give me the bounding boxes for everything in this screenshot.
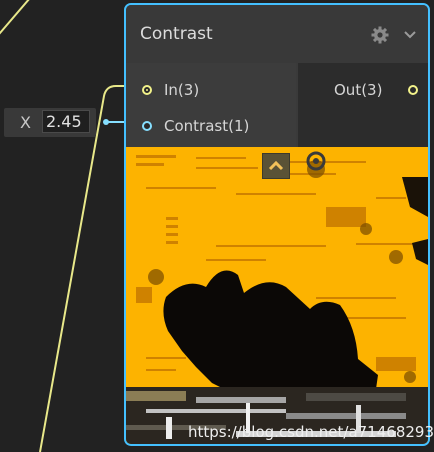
out-port-dot[interactable] <box>408 85 418 95</box>
x-field-port[interactable] <box>103 119 109 125</box>
node-title: Contrast <box>140 24 213 44</box>
input-port-contrast[interactable]: Contrast(1) <box>140 114 290 138</box>
output-ports: Out(3) <box>298 63 428 147</box>
contrast-node[interactable]: Contrast In(3) Contrast(1) Out(3) <box>124 3 430 446</box>
out-port-label: Out(3) <box>334 81 383 99</box>
gear-icon[interactable] <box>370 25 390 45</box>
node-ports: In(3) Contrast(1) Out(3) <box>126 63 428 147</box>
input-ports: In(3) Contrast(1) <box>126 63 296 147</box>
in-port-label: In(3) <box>164 81 200 99</box>
node-header[interactable]: Contrast <box>126 5 428 63</box>
chevron-down-icon[interactable] <box>402 27 418 43</box>
node-preview <box>126 147 428 444</box>
edge-in-top[interactable] <box>0 0 30 40</box>
preview-image <box>126 151 428 444</box>
contrast-port-label: Contrast(1) <box>164 117 250 135</box>
x-axis-label[interactable]: X <box>20 113 31 132</box>
in-port-dot[interactable] <box>142 85 152 95</box>
chevron-up-icon <box>268 160 284 171</box>
contrast-port-dot[interactable] <box>142 121 152 131</box>
output-port-out[interactable]: Out(3) <box>334 78 428 102</box>
x-value-input[interactable]: 2.45 <box>42 110 90 133</box>
x-input-field: X 2.45 <box>4 108 96 137</box>
input-port-in[interactable]: In(3) <box>140 78 290 102</box>
collapse-preview-button[interactable] <box>262 153 290 179</box>
watermark-text: https://blog.csdn.net/a71468293a <box>188 423 434 441</box>
